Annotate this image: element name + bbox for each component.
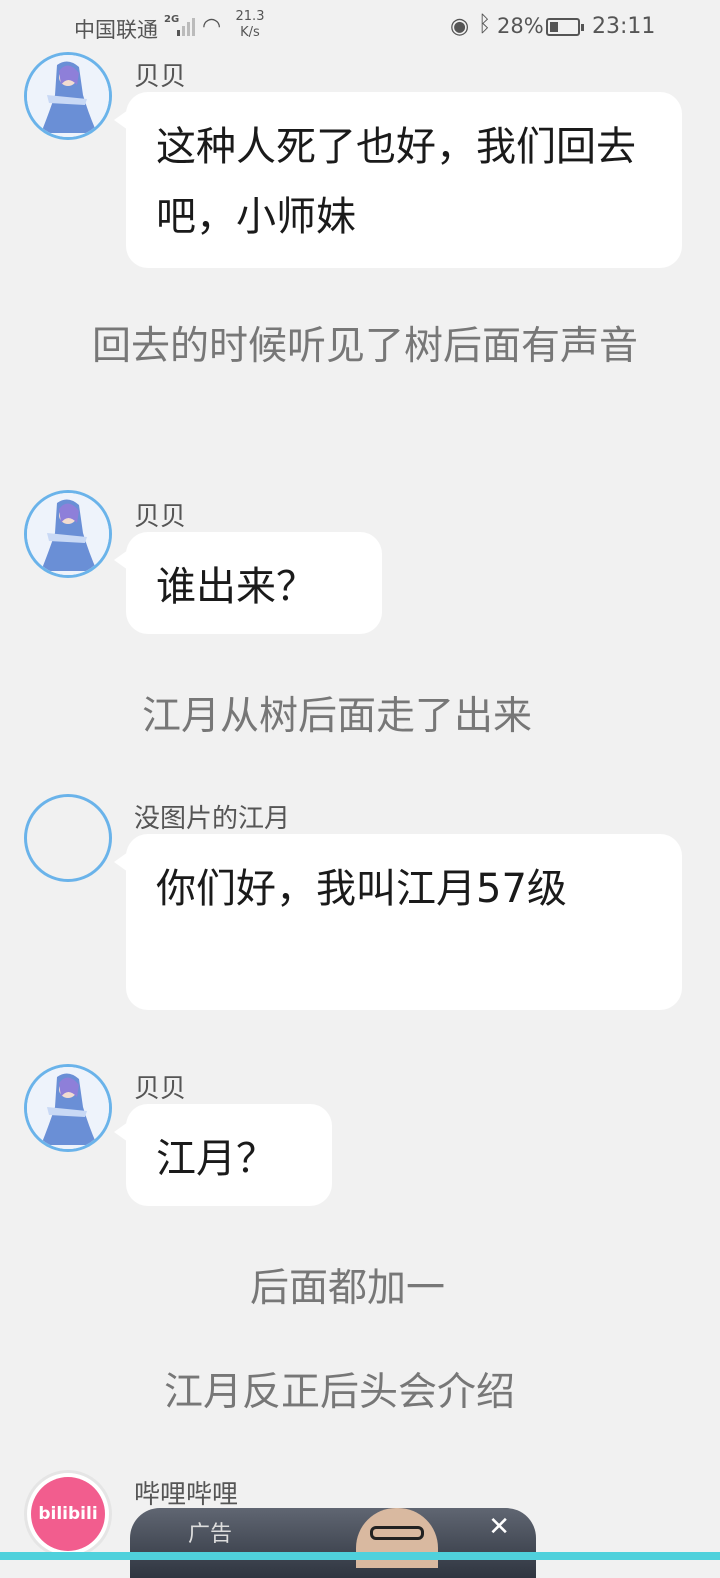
avatar-bilibili[interactable]: bilibili — [24, 1470, 112, 1558]
ad-image-detail — [370, 1526, 424, 1540]
wifi-icon: ◠ — [202, 14, 222, 39]
message-bubble[interactable]: 你们好，我叫江月57级 — [114, 834, 682, 1010]
battery-percent: 28% — [497, 14, 544, 38]
battery-icon — [546, 18, 584, 36]
sender-name: 贝贝 — [134, 1074, 187, 1104]
eye-icon: ◉ — [450, 14, 470, 39]
sender-name: 没图片的江月 — [134, 804, 291, 834]
avatar-jiangyue[interactable] — [24, 794, 112, 882]
character-portrait-icon — [27, 493, 109, 575]
bilibili-logo-icon: bilibili — [31, 1477, 105, 1551]
message-bubble[interactable]: 谁出来？ — [114, 532, 382, 634]
status-bar: 中国联通 2G ◠ 21.3 K/s ◉ ᛒ 28% 23:11 — [0, 0, 720, 56]
sender-name: 贝贝 — [134, 62, 187, 92]
avatar-beibei[interactable] — [24, 490, 112, 578]
signal-icon — [177, 18, 195, 36]
carrier-label: 中国联通 — [74, 18, 158, 42]
sender-name: 哔哩哔哩 — [134, 1480, 239, 1510]
bottom-accent-strip — [0, 1552, 720, 1560]
ad-card[interactable]: 广告 ✕ — [130, 1508, 536, 1578]
close-icon[interactable]: ✕ — [488, 1512, 510, 1542]
narration-text: 后面都加一 — [250, 1266, 446, 1311]
avatar-beibei[interactable] — [24, 52, 112, 140]
bluetooth-icon: ᛒ — [478, 12, 492, 37]
message-bubble[interactable]: 江月？ — [114, 1104, 332, 1206]
narration-text: 江月从树后面走了出来 — [142, 694, 533, 739]
character-portrait-icon — [27, 1067, 109, 1149]
network-speed: 21.3 K/s — [235, 9, 265, 40]
narration-text: 回去的时候听见了树后面有声音 — [92, 324, 639, 369]
message-bubble[interactable]: 这种人死了也好，我们回去吧，小师妹 — [114, 92, 682, 268]
avatar-beibei[interactable] — [24, 1064, 112, 1152]
narration-text: 江月反正后头会介绍 — [164, 1370, 516, 1415]
clock: 23:11 — [592, 14, 656, 39]
ad-label: 广告 — [188, 1522, 233, 1547]
character-portrait-icon — [27, 55, 109, 137]
sender-name: 贝贝 — [134, 502, 187, 532]
